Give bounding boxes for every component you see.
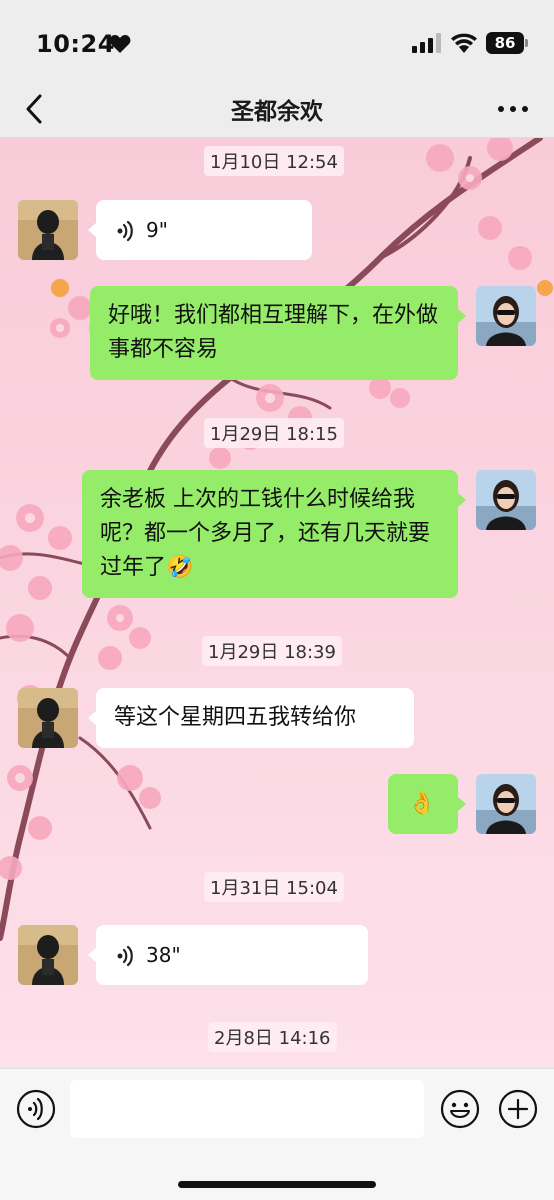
plus-icon[interactable] (498, 1089, 538, 1129)
message-timestamp: 1月29日 18:15 (204, 418, 344, 448)
outgoing-message[interactable]: 好哦！我们都相互理解下，在外做事都不容易 (90, 286, 466, 380)
avatar-contact[interactable] (18, 925, 78, 985)
voice-duration: 38" (146, 943, 181, 967)
avatar-self[interactable] (476, 774, 536, 834)
emoji-icon[interactable] (440, 1089, 480, 1129)
bubble-tail (88, 222, 97, 238)
heart-icon (109, 35, 131, 53)
incoming-message[interactable]: 等这个星期四五我转给你 (88, 688, 414, 748)
voice-duration: 9" (146, 218, 168, 242)
emoji-laugh: 🤣 (166, 555, 194, 580)
bubble-tail (88, 947, 97, 963)
emoji-ok: 👌 (408, 791, 436, 816)
bubble-tail (88, 710, 97, 726)
status-time: 10:24 (36, 30, 115, 58)
avatar-contact[interactable] (18, 688, 78, 748)
bubble-tail (457, 492, 466, 508)
voice-icon (117, 220, 133, 242)
outgoing-message[interactable]: 余老板 上次的工钱什么时候给我呢？都一个多月了，还有几天就要过年了🤣 (82, 470, 466, 598)
bubble-tail (457, 308, 466, 324)
message-timestamp: 1月31日 15:04 (204, 872, 344, 902)
message-timestamp: 2月8日 14:16 (208, 1022, 337, 1052)
wifi-icon (451, 33, 477, 53)
avatar-contact[interactable] (18, 200, 78, 260)
battery-level: 86 (486, 32, 524, 54)
avatar-self[interactable] (476, 286, 536, 346)
message-timestamp: 1月29日 18:39 (202, 636, 342, 666)
battery-nub (525, 39, 528, 47)
voice-icon (117, 945, 133, 967)
message-text: 好哦！我们都相互理解下，在外做事都不容易 (108, 303, 439, 362)
signal-icon (412, 33, 441, 53)
input-bar (0, 1068, 554, 1200)
voice-message[interactable]: 38" (88, 925, 368, 985)
voice-message[interactable]: 9" (88, 200, 312, 260)
outgoing-message[interactable]: 👌 (388, 774, 466, 834)
message-text: 余老板 上次的工钱什么时候给我呢？都一个多月了，还有几天就要过年了🤣 (100, 487, 431, 580)
more-icon[interactable] (496, 96, 530, 122)
message-timestamp: 1月10日 12:54 (204, 146, 344, 176)
message-text: 等这个星期四五我转给你 (114, 705, 357, 730)
nav-bar: 圣都余欢 (0, 80, 554, 138)
status-bar: 10:24 86 (0, 0, 554, 80)
home-indicator (178, 1181, 376, 1188)
message-input[interactable] (70, 1080, 424, 1138)
voice-input-icon[interactable] (16, 1089, 56, 1129)
chat-title: 圣都余欢 (231, 99, 323, 125)
bubble-tail (457, 796, 466, 812)
avatar-self[interactable] (476, 470, 536, 530)
